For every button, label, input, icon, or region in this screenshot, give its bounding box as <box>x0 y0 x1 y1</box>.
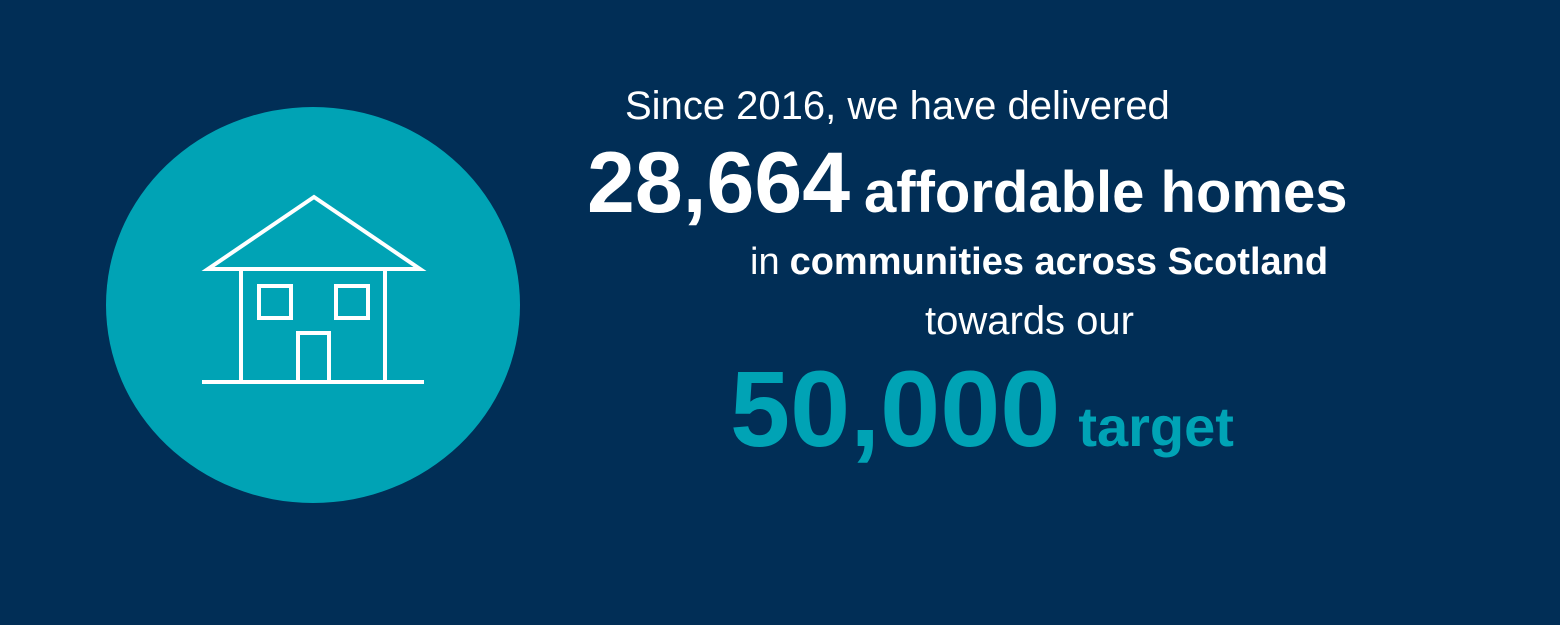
delivered-number: 28,664 <box>587 135 851 231</box>
delivered-line: 28,664 affordable homes <box>587 140 1347 226</box>
delivered-label: affordable homes <box>864 160 1348 225</box>
location-bold: communities across Scotland <box>789 241 1329 283</box>
house-icon <box>201 194 427 384</box>
house-circle <box>106 107 520 503</box>
target-number: 50,000 <box>730 348 1061 469</box>
location-line: in communities across Scotland <box>750 241 1328 284</box>
target-label: target <box>1078 395 1234 458</box>
location-prefix: in <box>750 241 780 283</box>
intro-text: Since 2016, we have delivered <box>625 84 1170 128</box>
connector-text: towards our <box>925 299 1134 343</box>
target-line: 50,000 target <box>730 355 1234 463</box>
